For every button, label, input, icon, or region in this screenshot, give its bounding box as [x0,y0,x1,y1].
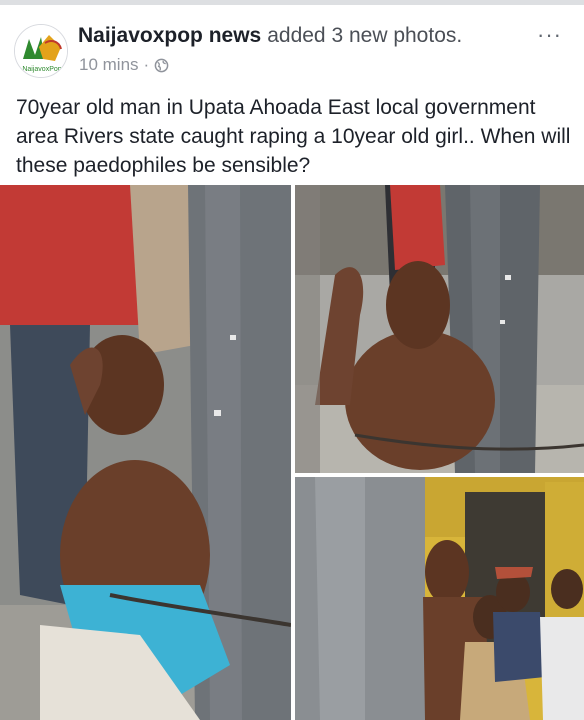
post-header: NaijavoxPop Naijavoxpop news added 3 new … [0,5,584,83]
meta-separator: · [143,55,150,74]
photo-3[interactable] [295,477,584,720]
post-timestamp[interactable]: 10 mins [79,54,139,76]
post-meta: 10 mins · [79,54,169,76]
page-avatar[interactable]: NaijavoxPop [14,24,68,78]
author-name-link[interactable]: Naijavoxpop news [78,24,261,47]
globe-icon[interactable] [154,58,169,73]
photo-2-image [295,185,584,473]
post-action-text: added 3 new photos. [267,24,463,47]
post-body-text: 70year old man in Upata Ahoada East loca… [16,96,571,177]
photo-grid [0,185,584,720]
author-line: Naijavoxpop news added 3 new photos. [78,23,462,49]
more-options-button[interactable]: ··· [537,24,562,46]
avatar-text: NaijavoxPop [22,66,61,73]
avatar-logo-icon: NaijavoxPop [15,25,67,77]
photo-1[interactable] [0,185,291,720]
photo-3-image [295,477,584,720]
photo-2[interactable] [295,185,584,473]
photo-1-image [0,185,291,720]
